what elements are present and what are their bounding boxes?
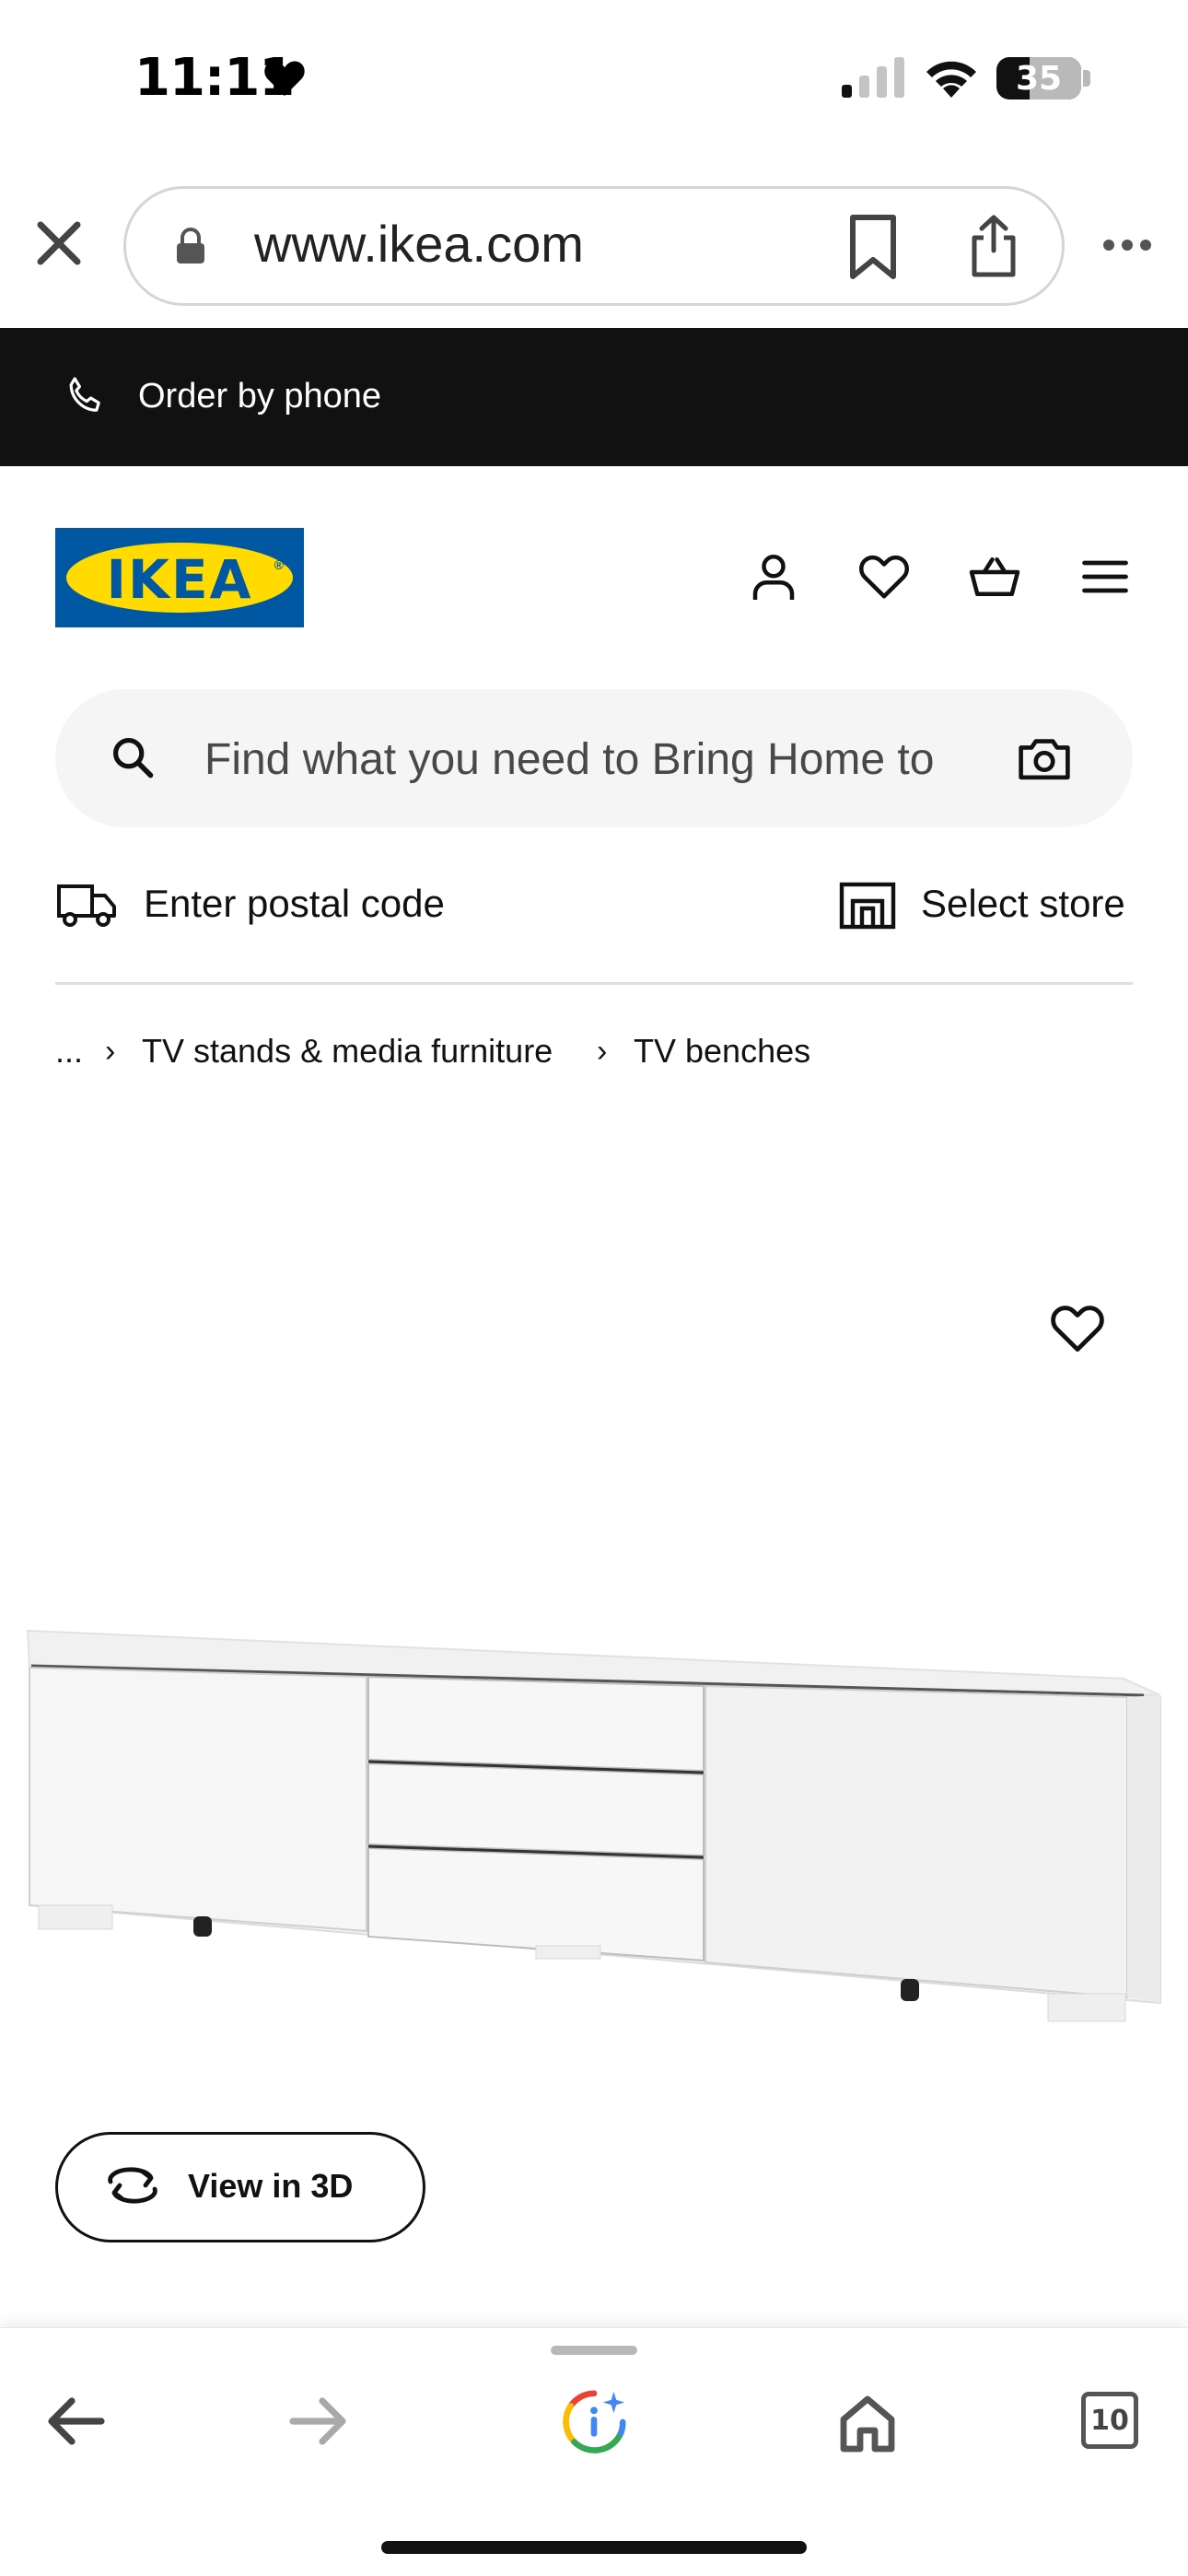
google-assistant-icon[interactable] bbox=[558, 2386, 630, 2463]
wifi-icon bbox=[923, 55, 980, 102]
close-icon[interactable] bbox=[33, 217, 85, 269]
url-text[interactable]: www.ikea.com bbox=[254, 214, 584, 274]
search-input[interactable]: Find what you need to Bring Home to bbox=[204, 734, 934, 785]
select-store-link[interactable]: Select store bbox=[921, 882, 1125, 926]
breadcrumb-tv-benches[interactable]: TV benches bbox=[634, 1032, 810, 1071]
search-icon[interactable] bbox=[109, 733, 157, 786]
breadcrumb-separator: › bbox=[597, 1034, 608, 1069]
store-icon bbox=[838, 881, 897, 935]
camera-icon[interactable] bbox=[1017, 733, 1072, 788]
bookmark-icon[interactable] bbox=[845, 214, 901, 285]
add-to-favourites-icon[interactable] bbox=[1048, 1299, 1107, 1363]
product-image-tv-bench[interactable] bbox=[18, 1612, 1170, 2041]
cellular-signal-icon bbox=[840, 57, 906, 102]
tabs-count: 10 bbox=[1090, 2404, 1129, 2437]
truck-icon bbox=[55, 881, 118, 933]
lock-icon bbox=[175, 227, 206, 270]
breadcrumb-tv-stands[interactable]: TV stands & media furniture bbox=[142, 1032, 553, 1071]
enter-postal-code-link[interactable]: Enter postal code bbox=[144, 882, 445, 926]
battery-icon: 35 bbox=[996, 57, 1081, 100]
toolbar-grabber[interactable] bbox=[551, 2346, 637, 2355]
ikea-logo[interactable]: IKEA ® bbox=[55, 528, 304, 627]
rotate-3d-icon bbox=[103, 2165, 162, 2210]
heart-icon[interactable] bbox=[856, 549, 912, 604]
more-options-icon[interactable] bbox=[1101, 238, 1153, 257]
view-in-3d-label[interactable]: View in 3D bbox=[188, 2167, 353, 2206]
order-by-phone-label[interactable]: Order by phone bbox=[138, 377, 381, 416]
breadcrumb-separator: › bbox=[105, 1034, 116, 1069]
heart-status-icon bbox=[263, 59, 306, 102]
share-icon[interactable] bbox=[969, 214, 1019, 283]
home-icon[interactable] bbox=[836, 2392, 899, 2459]
menu-icon[interactable] bbox=[1077, 549, 1133, 604]
back-arrow-icon[interactable] bbox=[42, 2392, 109, 2455]
divider bbox=[55, 982, 1133, 985]
profile-icon[interactable] bbox=[746, 549, 801, 604]
basket-icon[interactable] bbox=[967, 549, 1022, 604]
forward-arrow-icon[interactable] bbox=[285, 2392, 352, 2455]
breadcrumb-ellipsis[interactable]: ... bbox=[55, 1032, 83, 1071]
tabs-count-button[interactable]: 10 bbox=[1081, 2392, 1138, 2449]
battery-nub bbox=[1083, 70, 1090, 87]
phone-icon bbox=[63, 374, 107, 423]
home-indicator[interactable] bbox=[381, 2541, 807, 2554]
